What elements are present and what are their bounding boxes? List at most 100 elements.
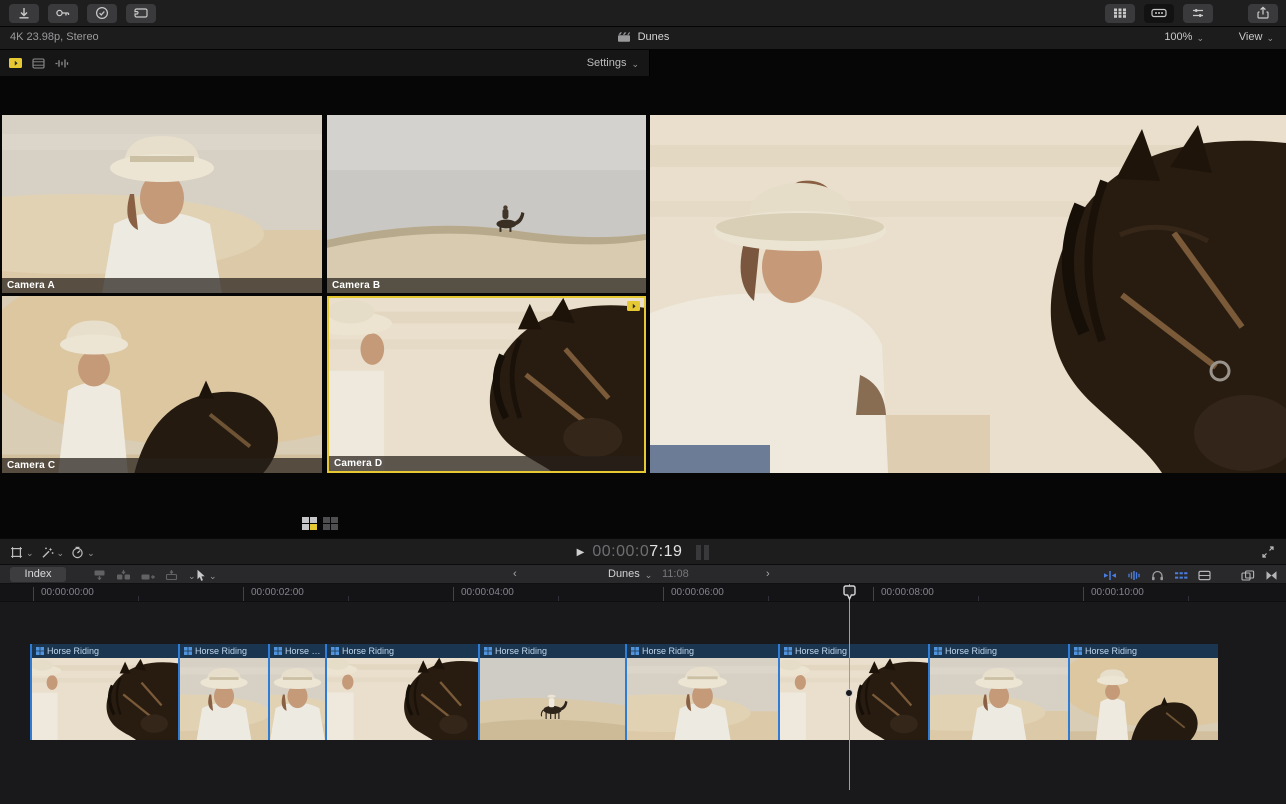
playhead-handle[interactable] <box>843 585 856 601</box>
angle-camera-b[interactable]: Camera B <box>327 115 646 293</box>
connect-edit-icon[interactable] <box>92 569 107 581</box>
zoom-level-value: 100% <box>1164 31 1192 43</box>
timeline-ruler[interactable]: 00:00:00:00 00:00:02:00 00:00:04:00 00:0… <box>0 584 1286 602</box>
import-button[interactable] <box>9 4 39 23</box>
chevron-down-icon: ⌄ <box>209 572 217 581</box>
switch-video-icon[interactable] <box>32 58 45 69</box>
multicam-clip-icon <box>274 647 282 655</box>
timecode-bright: 7:19 <box>649 543 682 560</box>
timeline-forward-button[interactable]: › <box>766 568 770 580</box>
timeline-clip[interactable]: Horse Riding <box>325 644 478 740</box>
overwrite-edit-icon[interactable] <box>164 569 179 581</box>
audio-meters-button[interactable] <box>696 545 709 560</box>
clip-title: Horse Riding <box>495 646 547 656</box>
share-icon <box>1256 6 1270 20</box>
clip-title: Horse Riding <box>195 646 247 656</box>
angle-grid-4up-icon[interactable] <box>302 517 317 530</box>
timeline-clips: Horse Riding Horse Riding Horse Riding H… <box>30 644 1218 740</box>
clip-appearance-icon[interactable] <box>1198 570 1211 581</box>
camera-c-label: Camera C <box>2 458 322 473</box>
clip-title: Horse Riding <box>342 646 394 656</box>
insert-edit-icon[interactable] <box>116 569 131 581</box>
share-button[interactable] <box>1248 4 1278 23</box>
timeline-back-button[interactable]: ‹ <box>513 568 517 580</box>
angle-grid-toggles <box>302 517 338 530</box>
import-icon <box>17 6 31 20</box>
main-viewer[interactable] <box>650 115 1286 473</box>
expand-viewer-icon[interactable] <box>1262 546 1274 558</box>
clip-title: Horse Riding <box>945 646 997 656</box>
append-edit-icon[interactable] <box>140 569 155 581</box>
camera-a-thumbnail <box>2 115 322 293</box>
view-label: View <box>1239 31 1263 43</box>
camera-d-thumbnail <box>329 298 644 471</box>
cursor-icon <box>196 569 206 582</box>
angle-camera-d[interactable]: Camera D <box>327 296 646 473</box>
timeline-clip[interactable]: Horse Riding <box>478 644 625 740</box>
chevron-down-icon: ⌄ <box>631 60 639 69</box>
timeline-clip[interactable]: Horse Riding <box>268 644 325 740</box>
timecode-dim: 00:00:0 <box>592 543 649 560</box>
index-button[interactable]: Index <box>10 567 66 582</box>
multicam-clip-icon <box>631 647 639 655</box>
timecode-display: 00:00:07:19 <box>592 543 682 561</box>
timeline-area[interactable]: 00:00:00:00 00:00:02:00 00:00:04:00 00:0… <box>0 584 1286 804</box>
angle-settings-dropdown[interactable]: Settings ⌄ <box>587 57 639 69</box>
project-header-bar: 4K 23.98p, Stereo Dunes 100% ⌄ View ⌄ <box>0 27 1286 50</box>
chevron-down-icon: ⌄ <box>1266 34 1274 43</box>
chevron-down-icon: ⌄ <box>1196 34 1204 43</box>
zoom-level-dropdown[interactable]: 100% ⌄ <box>1164 31 1204 43</box>
multicam-clip-icon <box>1074 647 1082 655</box>
camera-d-label: Camera D <box>329 456 644 471</box>
play-button[interactable]: ▶ <box>577 547 585 558</box>
skimming-icon[interactable] <box>1103 570 1117 581</box>
clapperboard-icon <box>617 31 631 43</box>
angle-grid-alt-icon[interactable] <box>323 517 338 530</box>
playhead-line[interactable] <box>849 584 850 790</box>
filmstrip-view-button[interactable] <box>1144 4 1174 23</box>
timeline-clip[interactable]: Horse Riding <box>30 644 178 740</box>
camera-b-label: Camera B <box>327 278 646 293</box>
timeline-project-dropdown[interactable]: Dunes ⌄ <box>608 568 652 580</box>
effects-browser-icon[interactable] <box>1241 570 1255 581</box>
top-toolbar <box>0 0 1286 27</box>
background-tasks-button[interactable] <box>87 4 117 23</box>
filmstrip-view-icon <box>1151 7 1167 19</box>
chevron-down-icon: ⌄ <box>645 571 653 580</box>
multicam-clip-icon <box>934 647 942 655</box>
project-title[interactable]: Dunes <box>0 31 1286 43</box>
keyword-button[interactable] <box>48 4 78 23</box>
select-tool-dropdown[interactable]: ⌄ <box>196 565 217 585</box>
chevron-down-icon[interactable]: ⌄ <box>188 572 196 581</box>
ruler-label: 00:00:10:00 <box>1091 587 1144 598</box>
timeline-clip[interactable]: Horse Riding <box>1068 644 1218 740</box>
timeline-clip[interactable]: Horse Riding <box>178 644 268 740</box>
key-icon <box>55 7 71 19</box>
active-angle-badge-icon <box>627 301 641 312</box>
snapping-icon[interactable] <box>1174 570 1188 581</box>
timeline-project-name: Dunes <box>608 568 640 580</box>
timeline-clip[interactable]: Horse Riding <box>928 644 1068 740</box>
extensions-button[interactable] <box>126 4 156 23</box>
multicam-clip-icon <box>184 647 192 655</box>
ruler-label: 00:00:02:00 <box>251 587 304 598</box>
switch-video-audio-icon[interactable] <box>9 58 23 69</box>
timeline-clip[interactable]: Horse Riding <box>625 644 778 740</box>
multicam-clip-icon <box>36 647 44 655</box>
browser-view-button[interactable] <box>1105 4 1135 23</box>
solo-headphones-icon[interactable] <box>1151 569 1164 581</box>
ruler-label: 00:00:04:00 <box>461 587 514 598</box>
inspector-button[interactable] <box>1183 4 1213 23</box>
switch-audio-icon[interactable] <box>54 58 69 69</box>
timeline-clip[interactable]: Horse Riding <box>778 644 928 740</box>
angle-camera-a[interactable]: Camera A <box>2 115 322 293</box>
timeline-duration: 11:08 <box>662 568 689 580</box>
ruler-label: 00:00:08:00 <box>881 587 934 598</box>
clip-title: Horse Riding <box>285 646 321 656</box>
transitions-browser-icon[interactable] <box>1265 570 1278 581</box>
angle-camera-c[interactable]: Camera C <box>2 296 322 473</box>
ruler-label: 00:00:00:00 <box>41 587 94 598</box>
camera-c-thumbnail <box>2 296 322 473</box>
view-dropdown[interactable]: View ⌄ <box>1239 31 1274 43</box>
audio-skimming-icon[interactable] <box>1127 570 1141 581</box>
